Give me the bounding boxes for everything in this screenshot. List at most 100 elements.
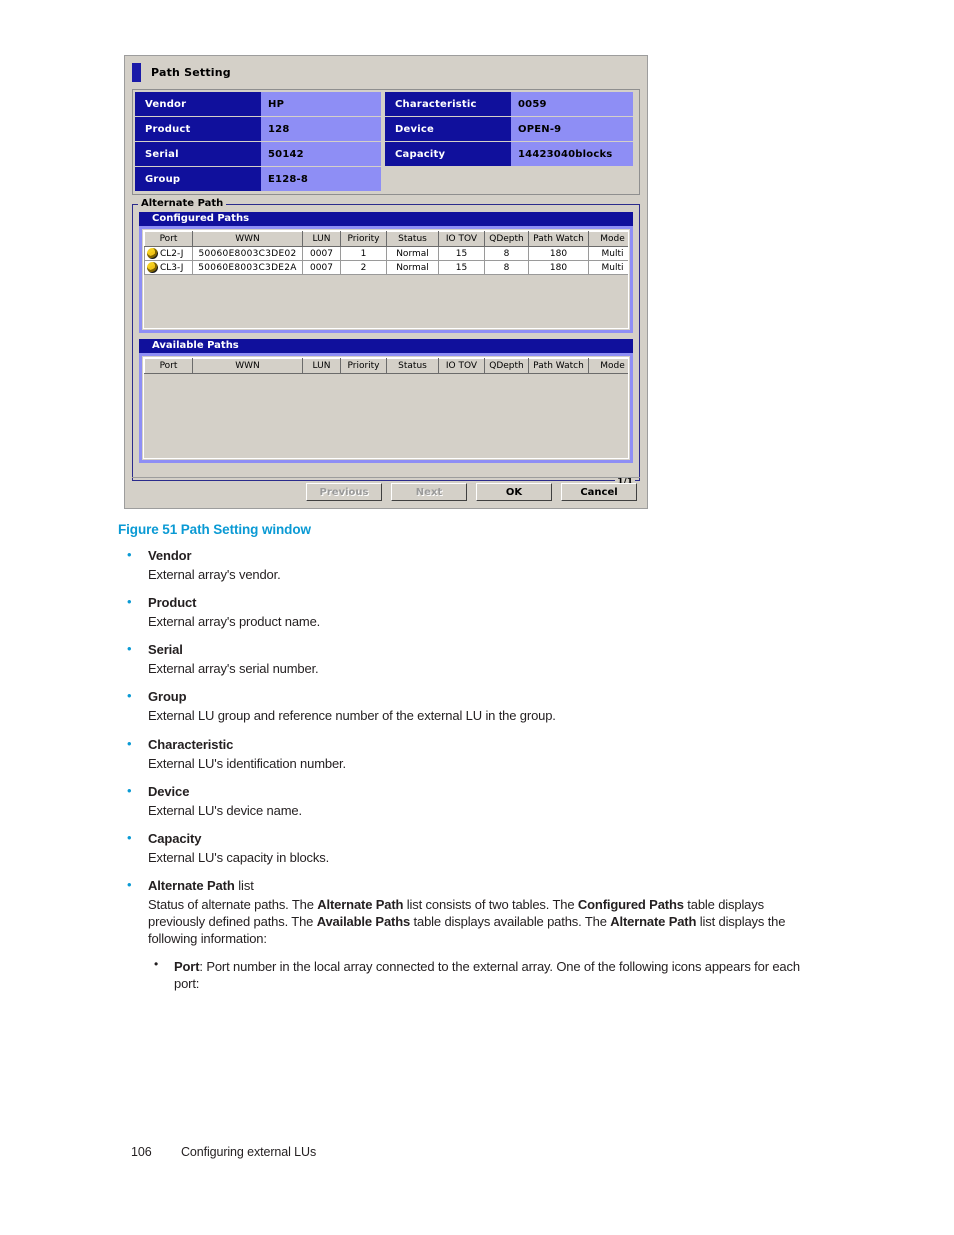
path-setting-dialog: Path Setting Vendor HP Characteristic 00…: [124, 55, 648, 509]
empty-value-slot: [511, 167, 633, 191]
characteristic-label: Characteristic: [385, 92, 511, 116]
desc-vendor: External array's vendor.: [148, 567, 281, 582]
cell-wwn: 50060E8003C3DE2A: [192, 260, 303, 275]
cell-status: Normal: [386, 246, 439, 261]
configured-paths-caption: Configured Paths: [139, 212, 633, 226]
button-bar-divider: [132, 477, 640, 478]
table-row[interactable]: CL2-J 50060E8003C3DE02 0007 1 Normal 15 …: [144, 246, 628, 261]
list-item: Alternate Path list Status of alternate …: [118, 877, 818, 992]
available-paths-table: Port WWN LUN Priority Status IO TOV QDep…: [144, 358, 628, 374]
cell-lun: 0007: [302, 246, 341, 261]
port-connected-icon: [147, 262, 158, 273]
column-header-lun[interactable]: LUN: [302, 231, 341, 247]
table-header-row: Port WWN LUN Priority Status IO TOV QDep…: [144, 358, 628, 374]
cell-qdepth: 8: [484, 246, 529, 261]
sub-definition-list: Port: Port number in the local array con…: [148, 957, 818, 992]
ok-button[interactable]: OK: [476, 483, 552, 501]
previous-button[interactable]: Previous: [306, 483, 382, 501]
footer-page-number: 106: [131, 1145, 152, 1159]
info-row: Group E128-8: [135, 167, 637, 191]
capacity-value: 14423040blocks: [511, 142, 633, 166]
term-alternate-path: Alternate Path list: [148, 878, 818, 893]
cell-port: CL2-J: [144, 246, 193, 261]
column-header-lun[interactable]: LUN: [302, 358, 341, 374]
column-header-io-tov[interactable]: IO TOV: [438, 231, 485, 247]
group-value: E128-8: [261, 167, 381, 191]
configured-paths-section: Configured Paths Port WWN LUN Priority S…: [139, 212, 633, 333]
desc-serial: External array's serial number.: [148, 661, 319, 677]
cell-priority: 2: [340, 260, 387, 275]
dialog-title: Path Setting: [151, 66, 231, 79]
product-value: 128: [261, 117, 381, 141]
configured-paths-table: Port WWN LUN Priority Status IO TOV QDep…: [144, 231, 628, 275]
column-header-path-watch[interactable]: Path Watch: [528, 231, 589, 247]
cell-lun: 0007: [302, 260, 341, 275]
figure-caption: Figure 51 Path Setting window: [118, 522, 311, 537]
cell-port: CL3-J: [144, 260, 193, 275]
info-row: Serial 50142 Capacity 14423040blocks: [135, 142, 637, 166]
device-label: Device: [385, 117, 511, 141]
dialog-button-bar: Previous Next OK Cancel: [125, 483, 647, 501]
term-device: Device: [148, 783, 190, 799]
cell-qdepth: 8: [484, 260, 529, 275]
desc-capacity: External LU's capacity in blocks.: [148, 849, 330, 865]
cell-mode: Multi: [588, 260, 628, 275]
cell-status: Normal: [386, 260, 439, 275]
configured-paths-list[interactable]: Port WWN LUN Priority Status IO TOV QDep…: [143, 230, 629, 329]
next-button[interactable]: Next: [391, 483, 467, 501]
page-footer: 106 Configuring external LUs: [131, 1145, 316, 1159]
group-label: Group: [135, 167, 261, 191]
term-product: Product: [148, 595, 197, 611]
term-vendor: Vendor: [148, 548, 192, 563]
desc-port: Port: Port number in the local array con…: [174, 958, 800, 991]
column-header-path-watch[interactable]: Path Watch: [528, 358, 589, 374]
available-paths-list[interactable]: Port WWN LUN Priority Status IO TOV QDep…: [143, 357, 629, 459]
cell-mode: Multi: [588, 246, 628, 261]
info-row: Product 128 Device OPEN-9: [135, 117, 637, 141]
port-connected-icon: [147, 248, 158, 259]
vendor-label: Vendor: [135, 92, 261, 116]
column-header-status[interactable]: Status: [386, 231, 439, 247]
desc-device: External LU's device name.: [148, 802, 302, 818]
desc-product: External array's product name.: [148, 614, 321, 630]
column-header-priority[interactable]: Priority: [340, 358, 387, 374]
term-serial: Serial: [148, 642, 183, 658]
cell-path-watch: 180: [528, 260, 589, 275]
column-header-mode[interactable]: Mode: [588, 358, 628, 374]
column-header-qdepth[interactable]: QDepth: [484, 231, 529, 247]
info-row: Vendor HP Characteristic 0059: [135, 92, 637, 116]
term-alternate-path-bold: Alternate Path: [148, 878, 235, 894]
vendor-value: HP: [261, 92, 381, 116]
alternate-path-group: Alternate Path Configured Paths Port WWN: [132, 198, 640, 487]
footer-chapter-title: Configuring external LUs: [180, 1145, 317, 1159]
desc-group: External LU group and reference number o…: [148, 708, 556, 724]
cell-path-watch: 180: [528, 246, 589, 261]
column-header-priority[interactable]: Priority: [340, 231, 387, 247]
table-header-row: Port WWN LUN Priority Status IO TOV QDep…: [144, 231, 628, 247]
available-paths-section: Available Paths Port WWN LUN Priority St…: [139, 339, 633, 463]
table-row[interactable]: CL3-J 50060E8003C3DE2A 0007 2 Normal 15 …: [144, 260, 628, 275]
column-header-mode[interactable]: Mode: [588, 231, 628, 247]
column-header-io-tov[interactable]: IO TOV: [438, 358, 485, 374]
column-header-wwn[interactable]: WWN: [192, 231, 303, 247]
title-marker-icon: [132, 63, 141, 82]
available-paths-caption: Available Paths: [139, 339, 633, 353]
list-item: Serial External array's serial number.: [118, 641, 818, 677]
term-alternate-path-suffix: list: [234, 878, 254, 894]
column-header-status[interactable]: Status: [386, 358, 439, 374]
definition-list: Vendor External array's vendor. Product …: [118, 547, 818, 992]
available-paths-frame: Port WWN LUN Priority Status IO TOV QDep…: [139, 353, 633, 463]
cell-wwn: 50060E8003C3DE02: [192, 246, 303, 261]
configured-paths-frame: Port WWN LUN Priority Status IO TOV QDep…: [139, 226, 633, 333]
column-header-port[interactable]: Port: [144, 231, 193, 247]
cancel-button[interactable]: Cancel: [561, 483, 637, 501]
list-item: Characteristic External LU's identificat…: [118, 736, 818, 772]
column-header-wwn[interactable]: WWN: [192, 358, 303, 374]
column-header-qdepth[interactable]: QDepth: [484, 358, 529, 374]
cell-io-tov: 15: [438, 246, 485, 261]
list-item: Product External array's product name.: [118, 594, 818, 630]
column-header-port[interactable]: Port: [144, 358, 193, 374]
characteristic-value: 0059: [511, 92, 633, 116]
desc-characteristic: External LU's identification number.: [148, 755, 346, 771]
alternate-path-legend: Alternate Path: [138, 198, 227, 209]
